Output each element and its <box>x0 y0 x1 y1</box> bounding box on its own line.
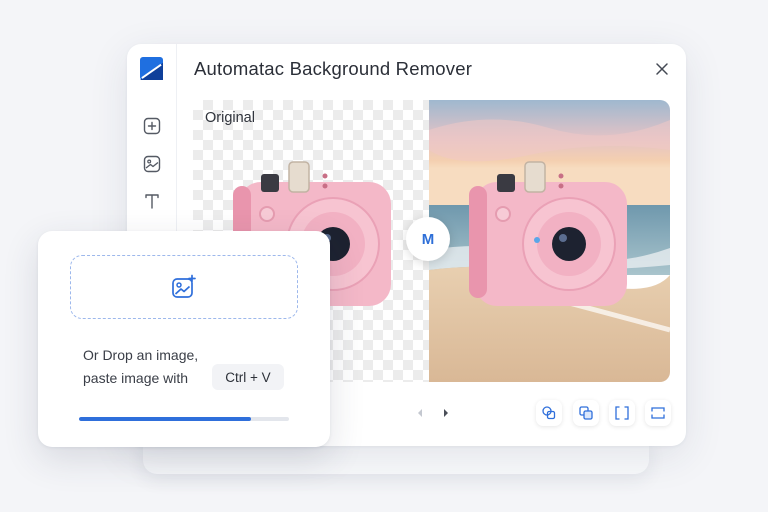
paste-shortcut-badge: Ctrl + V <box>212 364 284 390</box>
upload-progress-bar <box>79 417 289 421</box>
drop-hint-line-1: Or Drop an image, <box>83 347 199 363</box>
crop-frame-icon <box>615 406 629 420</box>
tool-duplicate-button[interactable] <box>573 400 599 426</box>
text-icon <box>145 194 159 209</box>
upload-card: Or Drop an image, paste image with Ctrl … <box>38 231 330 447</box>
add-image-icon <box>172 274 196 298</box>
image-icon <box>143 155 161 173</box>
add-square-icon <box>143 117 161 135</box>
sidebar-item-add[interactable] <box>141 115 163 137</box>
close-icon[interactable] <box>654 61 670 77</box>
image-dropzone[interactable] <box>70 255 298 319</box>
window-title: Automatac Background Remover <box>194 58 473 79</box>
tool-resize-button[interactable] <box>645 400 671 426</box>
original-label: Original <box>205 110 255 126</box>
sidebar-item-image[interactable] <box>141 153 163 175</box>
app-logo-icon <box>140 57 163 80</box>
resize-frame-icon <box>651 407 665 419</box>
next-arrow-icon[interactable] <box>439 406 453 420</box>
drop-hint-line-2: paste image with <box>83 370 189 386</box>
pink-camera-on-beach <box>469 161 627 306</box>
duplicate-icon <box>579 406 593 420</box>
layers-overlap-icon <box>542 406 556 420</box>
compare-slider-handle[interactable]: M <box>406 217 450 261</box>
sidebar-item-text[interactable] <box>141 190 163 212</box>
tool-crop-button[interactable] <box>609 400 635 426</box>
tool-layers-button[interactable] <box>536 400 562 426</box>
upload-progress-fill <box>79 417 252 421</box>
previous-arrow-icon[interactable] <box>413 406 427 420</box>
